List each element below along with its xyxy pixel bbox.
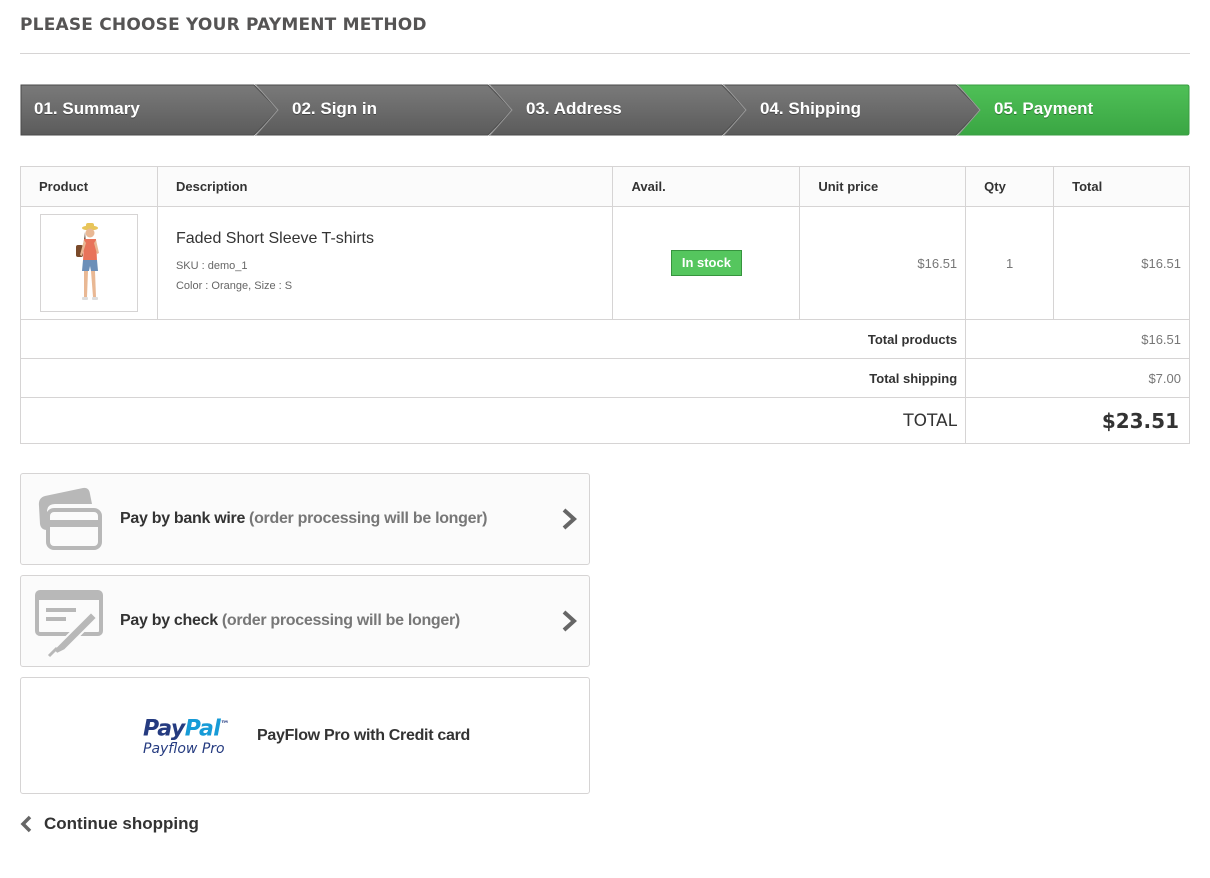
product-name-link[interactable]: Faded Short Sleeve T-shirts <box>176 230 613 248</box>
product-attributes: Color : Orange, Size : S <box>175 280 293 292</box>
product-image <box>41 215 137 311</box>
header-product: Product <box>20 166 158 207</box>
continue-shopping-link[interactable]: Continue shopping <box>20 812 199 836</box>
chevron-right-icon <box>561 474 577 564</box>
check-note: (order processing will be longer) <box>221 612 460 629</box>
status-badge: In stock <box>670 250 742 276</box>
table-row: Faded Short Sleeve T-shirts SKU : demo_1… <box>20 206 1190 320</box>
continue-shopping-label: Continue shopping <box>44 814 199 833</box>
unit-price: $16.51 <box>799 206 967 320</box>
check-sign-icon <box>35 588 105 658</box>
bankwire-note: (order processing will be longer) <box>249 510 488 527</box>
check-label: Pay by check <box>120 612 218 629</box>
grand-total-label: TOTAL <box>19 397 967 444</box>
total-products-value: $16.51 <box>965 319 1190 359</box>
pay-paypal-option[interactable]: PayPal™ Payflow Pro PayFlow Pro with Cre… <box>20 677 590 794</box>
step-shipping[interactable]: 04. Shipping <box>760 84 861 136</box>
page-title: Please choose your payment method <box>20 14 1190 54</box>
header-unit-price: Unit price <box>799 166 967 207</box>
total-shipping-label: Total shipping <box>19 358 967 398</box>
bank-card-icon <box>35 484 105 554</box>
step-signin[interactable]: 02. Sign in <box>292 84 377 136</box>
total-products-label: Total products <box>19 319 967 359</box>
chevron-right-icon <box>561 576 577 666</box>
total-products-row: Total products $16.51 <box>19 319 1190 359</box>
grand-total-value: $23.51 <box>965 397 1190 444</box>
grand-total-row: TOTAL $23.51 <box>19 397 1190 444</box>
step-summary[interactable]: 01. Summary <box>34 84 140 136</box>
product-sku: SKU : demo_1 <box>175 260 248 272</box>
bankwire-label: Pay by bank wire <box>120 510 246 527</box>
cart-summary-table: Product Description Avail. Unit price Qt… <box>19 166 1190 444</box>
step-payment: 05. Payment <box>994 99 1094 118</box>
pay-bankwire-option[interactable]: Pay by bank wire (order processing will … <box>20 473 590 565</box>
checkout-steps: 01. Summary 02. Sign in 03. Address 04. … <box>20 84 1190 136</box>
chevron-left-icon <box>20 815 32 833</box>
paypal-logo: PayPal™ Payflow Pro <box>143 716 229 758</box>
total-shipping-row: Total shipping $7.00 <box>19 358 1190 398</box>
header-availability: Avail. <box>612 166 801 207</box>
step-address[interactable]: 03. Address <box>526 84 622 136</box>
pay-check-option[interactable]: Pay by check (order processing will be l… <box>20 575 590 667</box>
line-total: $16.51 <box>1053 206 1190 320</box>
paypal-label: PayFlow Pro with Credit card <box>257 726 470 744</box>
quantity: 1 <box>965 206 1055 320</box>
header-total: Total <box>1053 166 1190 207</box>
header-qty: Qty <box>965 166 1055 207</box>
table-header-row: Product Description Avail. Unit price Qt… <box>20 166 1190 207</box>
header-description: Description <box>156 166 614 207</box>
total-shipping-value: $7.00 <box>965 358 1190 398</box>
product-thumbnail[interactable] <box>40 214 138 312</box>
